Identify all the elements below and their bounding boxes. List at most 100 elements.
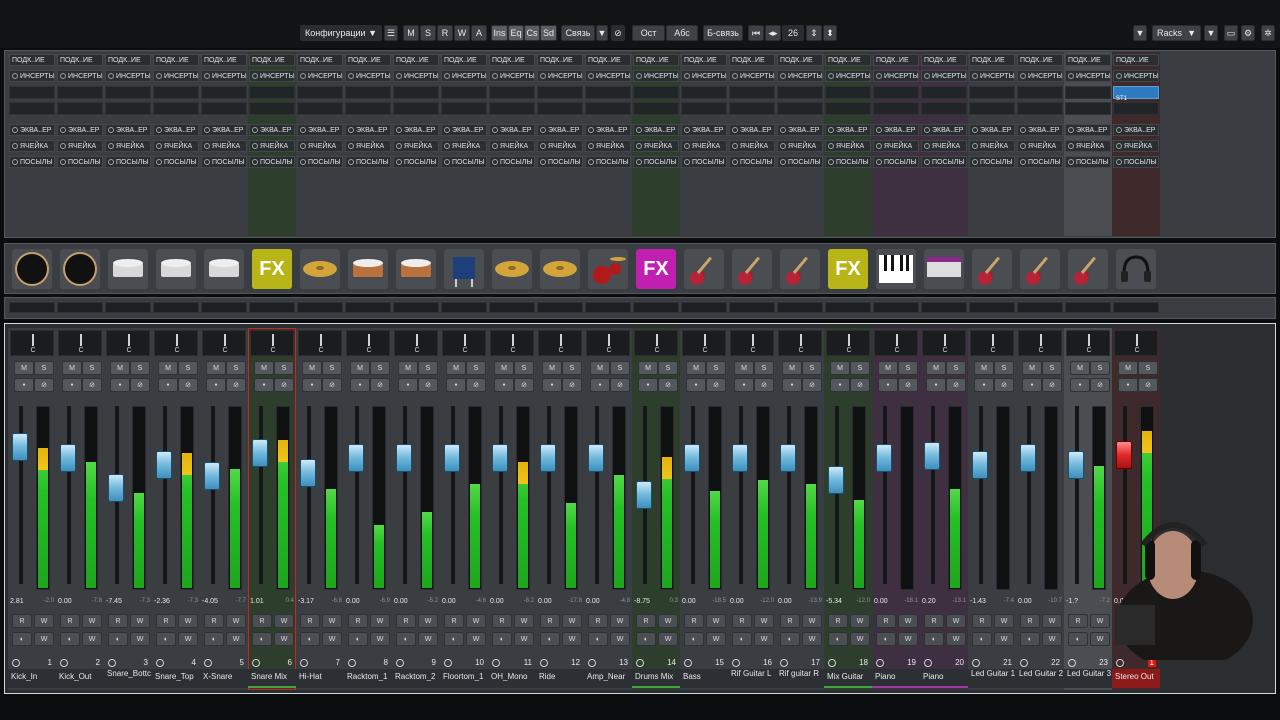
sends-rack-button[interactable]: ПОСЫЛЫ — [681, 156, 727, 168]
pan-knob[interactable]: C — [250, 330, 294, 356]
insert-slot[interactable] — [57, 102, 103, 115]
channel-name[interactable]: Amp_Near — [584, 669, 632, 688]
monitor-button[interactable]: W — [178, 632, 198, 646]
edit-button[interactable]: ◐ — [156, 632, 176, 646]
cell-rack-button[interactable]: ЯЧЕЙКА — [441, 140, 487, 152]
cell-rack-button[interactable]: ЯЧЕЙКА — [777, 140, 823, 152]
eq-rack-button[interactable]: ЭКВА..ЕР — [681, 124, 727, 136]
cell-rack-button[interactable]: ЯЧЕЙКА — [633, 140, 679, 152]
volume-value[interactable]: 0.00 — [1018, 598, 1032, 605]
input-routing-icon[interactable] — [108, 659, 116, 667]
phase-button[interactable]: ⊘ — [1138, 378, 1158, 392]
pan-knob[interactable]: C — [826, 330, 870, 356]
inserts-rack-button[interactable]: ИНСЕРТЫ — [9, 70, 55, 82]
eq-rack-button[interactable]: ЭКВА..ЕР — [9, 124, 55, 136]
mute-button[interactable]: M — [1070, 361, 1090, 375]
pan-knob[interactable]: C — [682, 330, 726, 356]
channel-name[interactable]: Rif Guitar L — [728, 669, 776, 688]
mute-button[interactable]: M — [302, 361, 322, 375]
monitor-button[interactable]: W — [418, 632, 438, 646]
inserts-rack-button[interactable]: ИНСЕРТЫ — [105, 70, 151, 82]
input-routing-icon[interactable] — [540, 659, 548, 667]
sends-rack-button[interactable]: ПОСЫЛЫ — [105, 156, 151, 168]
volume-value[interactable]: 0.00 — [586, 598, 600, 605]
edit-button[interactable]: ◐ — [636, 632, 656, 646]
solo-button[interactable]: S — [850, 361, 870, 375]
insert-slot[interactable] — [1065, 102, 1111, 115]
volume-fader[interactable] — [540, 443, 556, 472]
volume-value[interactable]: 0.00 — [442, 598, 456, 605]
insert-slot[interactable] — [249, 86, 295, 99]
write-button[interactable]: W — [1042, 614, 1062, 628]
monitor-button[interactable]: W — [466, 632, 486, 646]
pan-knob[interactable]: C — [58, 330, 102, 356]
input-routing-icon[interactable] — [492, 659, 500, 667]
notes-slot[interactable] — [201, 302, 247, 313]
edit-button[interactable]: ◐ — [1068, 632, 1088, 646]
input-routing-icon[interactable] — [732, 659, 740, 667]
insert-slot[interactable] — [921, 102, 967, 115]
notes-slot[interactable] — [1017, 302, 1063, 313]
phase-button[interactable]: ⊘ — [946, 378, 966, 392]
read-button[interactable]: R — [540, 614, 560, 628]
eq-rack-button[interactable]: ЭКВА..ЕР — [345, 124, 391, 136]
write-all-button[interactable]: W — [454, 25, 470, 41]
volume-value[interactable]: 0.00 — [346, 598, 360, 605]
insert-slot[interactable] — [969, 102, 1015, 115]
cell-rack-button[interactable]: ЯЧЕЙКА — [153, 140, 199, 152]
cell-rack-button[interactable]: ЯЧЕЙКА — [681, 140, 727, 152]
mute-button[interactable]: M — [446, 361, 466, 375]
channel-name[interactable]: Floortom_1 — [440, 669, 488, 688]
sends-rack-button[interactable]: ПОСЫЛЫ — [489, 156, 535, 168]
eq-rack-button[interactable]: ЭКВА..ЕР — [921, 124, 967, 136]
volume-value[interactable]: 1.01 — [250, 598, 264, 605]
monitor-button[interactable]: W — [1138, 632, 1158, 646]
mute-button[interactable]: M — [110, 361, 130, 375]
phase-button[interactable]: ⊘ — [802, 378, 822, 392]
subgroup-rack-button[interactable]: ПОДК..ИЕ — [969, 54, 1015, 66]
listen-button[interactable]: ● — [14, 378, 34, 392]
channel-strip-toggle[interactable]: Cs — [524, 25, 540, 41]
phase-button[interactable]: ⊘ — [610, 378, 630, 392]
mute-button[interactable]: M — [590, 361, 610, 375]
notes-slot[interactable] — [585, 302, 631, 313]
insert-slot[interactable] — [105, 86, 151, 99]
solo-button[interactable]: S — [418, 361, 438, 375]
volume-fader[interactable] — [60, 443, 76, 472]
cell-rack-button[interactable]: ЯЧЕЙКА — [729, 140, 775, 152]
pan-knob[interactable]: C — [346, 330, 390, 356]
insert-slot[interactable] — [153, 86, 199, 99]
read-button[interactable]: R — [972, 614, 992, 628]
subgroup-rack-button[interactable]: ПОДК..ИЕ — [201, 54, 247, 66]
cell-rack-button[interactable]: ЯЧЕЙКА — [57, 140, 103, 152]
notes-slot[interactable] — [297, 302, 343, 313]
channel-name[interactable]: Snare_Bottc — [104, 669, 152, 688]
subgroup-rack-button[interactable]: ПОДК..ИЕ — [873, 54, 919, 66]
insert-slot[interactable] — [297, 86, 343, 99]
inserts-rack-button[interactable]: ИНСЕРТЫ — [681, 70, 727, 82]
phase-button[interactable]: ⊘ — [994, 378, 1014, 392]
channel-name[interactable]: Snare_Top — [152, 669, 200, 688]
phase-button[interactable]: ⊘ — [226, 378, 246, 392]
volume-value[interactable]: -8.75 — [634, 598, 650, 605]
phase-button[interactable]: ⊘ — [130, 378, 150, 392]
volume-fader[interactable] — [684, 443, 700, 472]
pan-knob[interactable]: C — [922, 330, 966, 356]
subgroup-rack-button[interactable]: ПОДК..ИЕ — [489, 54, 535, 66]
insert-slot[interactable] — [585, 102, 631, 115]
write-button[interactable]: W — [274, 614, 294, 628]
cell-rack-button[interactable]: ЯЧЕЙКА — [1065, 140, 1111, 152]
mute-button[interactable]: M — [1118, 361, 1138, 375]
insert-slot[interactable] — [1017, 86, 1063, 99]
write-button[interactable]: W — [754, 614, 774, 628]
input-routing-icon[interactable] — [252, 659, 260, 667]
inserts-rack-button[interactable]: ИНСЕРТЫ — [489, 70, 535, 82]
volume-value[interactable]: 0.00 — [394, 598, 408, 605]
subgroup-rack-button[interactable]: ПОДК..ИЕ — [729, 54, 775, 66]
insert-slot[interactable] — [393, 102, 439, 115]
eq-rack-button[interactable]: ЭКВА..ЕР — [825, 124, 871, 136]
volume-value[interactable]: 0.00 — [538, 598, 552, 605]
volume-fader[interactable] — [252, 439, 268, 467]
input-routing-icon[interactable] — [12, 659, 20, 667]
eq-rack-button[interactable]: ЭКВА..ЕР — [393, 124, 439, 136]
